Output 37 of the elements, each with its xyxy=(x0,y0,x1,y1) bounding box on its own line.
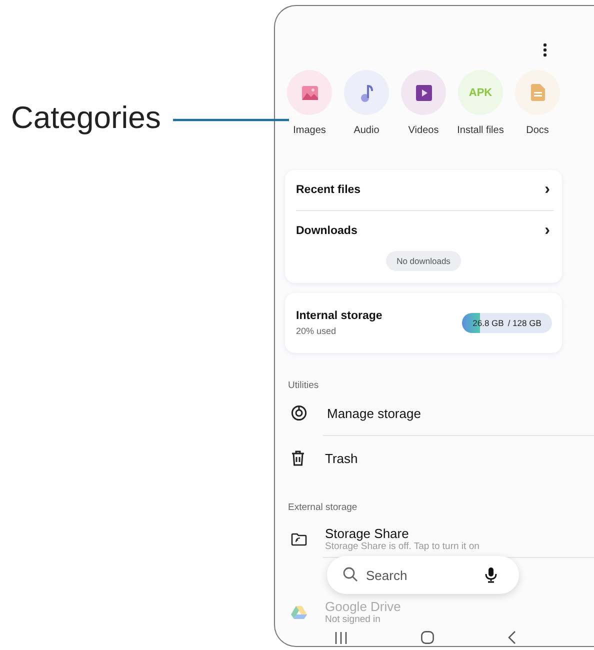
search-icon xyxy=(343,567,358,582)
folder-icon xyxy=(291,532,307,546)
total-amount: / 128 GB xyxy=(508,318,542,328)
list-item[interactable]: Downloads › xyxy=(296,211,562,251)
category-label: Videos xyxy=(407,124,440,138)
category-button[interactable] xyxy=(401,70,446,115)
image-icon xyxy=(302,86,318,100)
callout-label: Categories xyxy=(11,100,161,136)
music-note-icon xyxy=(360,84,374,102)
search-field[interactable]: Search xyxy=(327,556,519,594)
category-label: Images xyxy=(292,124,327,138)
item-description: Storage Share is off. Tap to turn it on xyxy=(325,541,480,552)
document-icon xyxy=(530,84,544,101)
more-options-icon[interactable] xyxy=(543,43,547,57)
home-icon[interactable] xyxy=(421,631,434,644)
list-item[interactable]: Recent files › xyxy=(296,170,562,210)
storage-usage: 20% used xyxy=(296,326,338,336)
storage-title: Internal storage xyxy=(296,310,382,322)
section-heading: External storage xyxy=(287,501,358,513)
category-label: Audio xyxy=(352,124,380,138)
category-label: Docs xyxy=(525,124,550,138)
menu-item[interactable]: Manage storage xyxy=(327,406,421,420)
menu-item[interactable]: Trash xyxy=(325,450,358,466)
item-description: Not signed in xyxy=(325,614,382,625)
section-heading: Utilities xyxy=(287,379,320,391)
trash-icon xyxy=(291,450,305,466)
category-label: Install files xyxy=(456,124,505,138)
menu-item[interactable]: Storage Share xyxy=(325,526,480,541)
category-button[interactable] xyxy=(287,70,332,115)
back-icon[interactable] xyxy=(508,631,516,644)
microphone-icon[interactable] xyxy=(485,567,497,583)
drive-icon xyxy=(291,605,307,619)
recent-apps-icon[interactable] xyxy=(335,632,347,644)
storage-chart-icon xyxy=(291,405,307,421)
play-icon xyxy=(416,84,432,100)
empty-note: No downloads xyxy=(386,251,462,271)
apk-icon: APK xyxy=(468,86,492,98)
